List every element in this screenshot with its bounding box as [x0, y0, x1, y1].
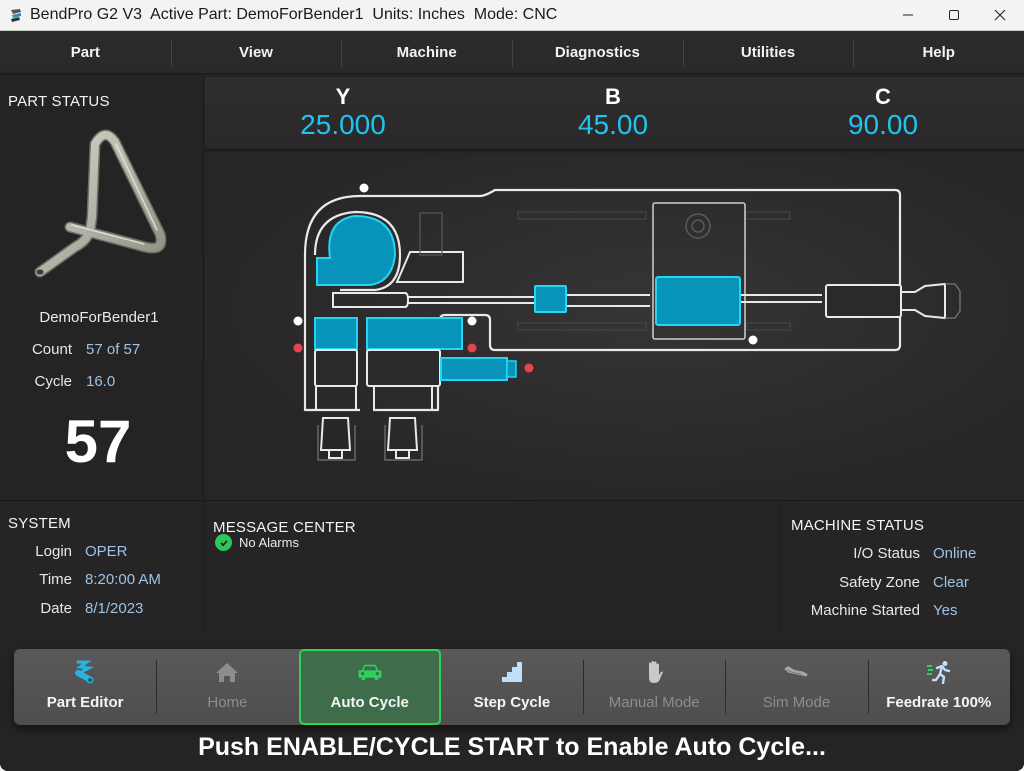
menu-machine[interactable]: Machine: [341, 31, 512, 73]
pressure-die-right: [366, 317, 463, 350]
sensor-red: [524, 363, 534, 373]
axis-y-label: Y: [335, 84, 351, 109]
home-button[interactable]: Home: [156, 649, 298, 725]
axis-c-value: 90.00: [847, 109, 919, 140]
big-part-count: 57: [64, 408, 132, 475]
feedrate-button[interactable]: Feedrate 100%: [867, 649, 1010, 725]
car-icon: [357, 659, 383, 685]
app-logo-icon: [11, 9, 21, 22]
stairs-icon: [499, 659, 525, 685]
sensor-white: [467, 316, 477, 326]
axis-c: C 90.00: [783, 85, 983, 141]
hand-icon: [641, 659, 667, 685]
part-name: DemoForBender1: [39, 309, 159, 326]
count-value: 57 of 57: [86, 341, 141, 358]
axis-y: Y 25.000: [243, 85, 443, 141]
system-title: SYSTEM: [8, 515, 71, 532]
clamp-block: [395, 251, 464, 283]
part-status-title: PART STATUS: [8, 93, 110, 110]
machine-diagram-view: [205, 153, 1024, 499]
home-label: Home: [207, 694, 248, 711]
auto-cycle-button[interactable]: Auto Cycle: [298, 649, 441, 725]
sim-mode-button[interactable]: Sim Mode: [725, 649, 867, 725]
machine-status-panel: MACHINE STATUS I/O Status Online Safety …: [781, 500, 1024, 632]
axis-y-value: 25.000: [300, 109, 386, 140]
minimize-icon: [903, 14, 913, 16]
machine-started-label: Machine Started: [810, 602, 920, 619]
close-button[interactable]: [977, 0, 1023, 30]
io-status-value: Online: [933, 545, 977, 562]
sim-mode-label: Sim Mode: [762, 694, 831, 711]
tube-icon: [72, 659, 98, 685]
axis-b-label: B: [605, 84, 621, 109]
menu-diagnostics[interactable]: Diagnostics: [512, 31, 683, 73]
machine-icon: [783, 659, 809, 685]
cycle-label: Cycle: [34, 373, 72, 390]
io-status-label: I/O Status: [853, 545, 920, 562]
login-value: OPER: [85, 543, 128, 560]
time-value: 8:20:00 AM: [85, 571, 161, 588]
axis-readouts: Y 25.000 B 45.00 C 90.00: [205, 77, 1024, 151]
message-item: No Alarms: [215, 534, 299, 551]
window-title: BendPro G2 V3 Active Part: DemoForBender…: [30, 6, 558, 23]
axis-c-label: C: [875, 84, 891, 109]
bent-tube-part-image: [34, 129, 167, 278]
message-text: No Alarms: [239, 535, 299, 550]
minimize-button[interactable]: [885, 0, 931, 30]
system-panel: SYSTEM Login OPER Time 8:20:00 AM Date 8…: [0, 500, 204, 632]
machine-status-title: MACHINE STATUS: [791, 517, 925, 534]
manual-mode-label: Manual Mode: [608, 694, 700, 711]
menu-utilities[interactable]: Utilities: [682, 31, 854, 73]
part-status-panel: PART STATUS DemoForBender1 Count 57 of 5…: [0, 77, 204, 499]
sensor-white: [359, 183, 369, 193]
cycle-value: 16.0: [86, 373, 116, 390]
mode-toolbar: Part Editor Home Auto Cycle Step Cycle M…: [14, 649, 1010, 725]
maximize-icon: [949, 10, 959, 20]
operator-prompt: Push ENABLE/CYCLE START to Enable Auto C…: [198, 733, 826, 761]
part-editor-button[interactable]: Part Editor: [14, 649, 156, 725]
sensor-red: [467, 343, 477, 353]
feedrate-label: Feedrate 100%: [886, 694, 992, 711]
login-label: Login: [35, 543, 72, 560]
count-label: Count: [31, 341, 72, 358]
axis-b: B 45.00: [513, 85, 713, 141]
sensor-red: [293, 343, 303, 353]
machine-started-value: Yes: [933, 602, 958, 619]
safety-zone-value: Clear: [933, 574, 969, 591]
auto-cycle-label: Auto Cycle: [330, 694, 409, 711]
home-icon: [214, 659, 240, 685]
sensor-white: [748, 335, 758, 345]
time-label: Time: [39, 571, 72, 588]
pressure-die-left: [314, 317, 358, 350]
part-editor-label: Part Editor: [46, 694, 124, 711]
close-icon: [994, 9, 1006, 21]
message-center-panel: MESSAGE CENTER No Alarms: [205, 500, 780, 632]
manual-mode-button[interactable]: Manual Mode: [583, 649, 725, 725]
carriage-block: [655, 276, 741, 326]
bottom-toolbar-area: Part Editor Home Auto Cycle Step Cycle M…: [0, 633, 1024, 771]
collet-chuck: [825, 284, 902, 318]
mandrel-block: [534, 285, 567, 313]
app-window: Part View Machine Diagnostics Utilities …: [0, 31, 1024, 771]
date-label: Date: [40, 600, 72, 617]
main-menu: Part View Machine Diagnostics Utilities …: [0, 31, 1024, 75]
step-cycle-label: Step Cycle: [473, 694, 551, 711]
check-circle-icon: [215, 534, 232, 551]
maximize-button[interactable]: [931, 0, 977, 30]
axis-b-value: 45.00: [577, 109, 649, 140]
running-icon: [926, 659, 952, 685]
menu-part[interactable]: Part: [0, 31, 171, 73]
menu-view[interactable]: View: [170, 31, 342, 73]
sensor-white: [293, 316, 303, 326]
bender-machine-diagram: [293, 183, 961, 461]
safety-zone-label: Safety Zone: [839, 574, 920, 591]
step-cycle-button[interactable]: Step Cycle: [441, 649, 583, 725]
title-bar: BendPro G2 V3 Active Part: DemoForBender…: [0, 0, 1024, 31]
bend-die: [316, 214, 397, 286]
wiper-die: [440, 357, 508, 381]
menu-help[interactable]: Help: [853, 31, 1024, 73]
date-value: 8/1/2023: [85, 600, 144, 617]
